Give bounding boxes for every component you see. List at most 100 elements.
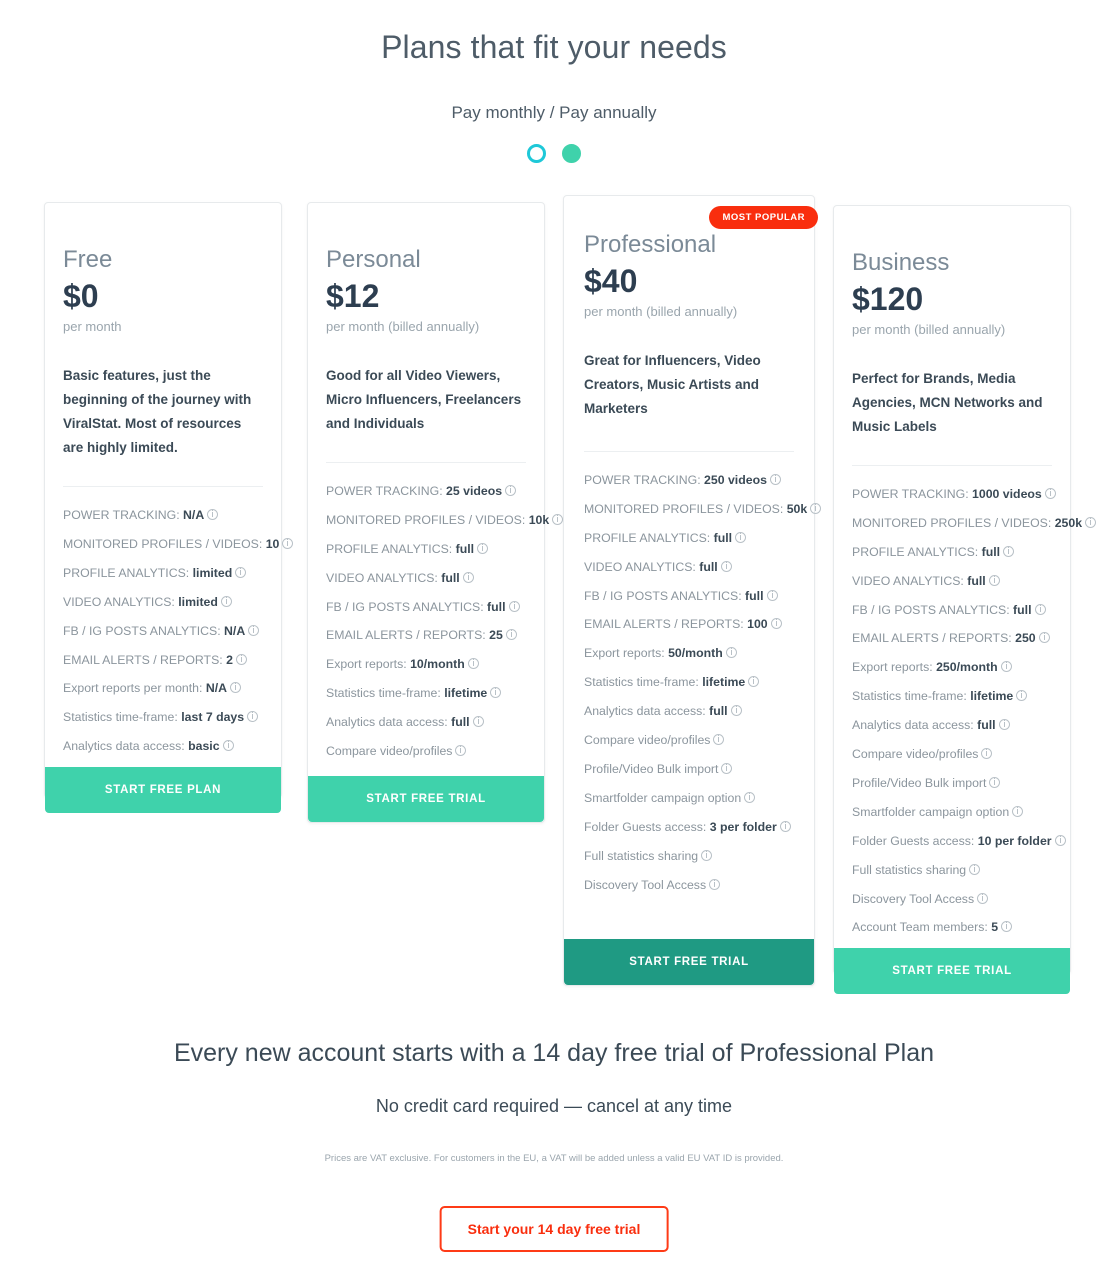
info-icon[interactable] [770,618,782,630]
feature-value: lifetime [702,675,746,690]
plan-cta-button[interactable]: START FREE TRIAL [308,776,544,822]
feature-item: VIDEO ANALYTICS: full [852,573,1052,590]
info-icon[interactable] [981,748,993,760]
feature-label: FB / IG POSTS ANALYTICS: [852,602,1010,617]
plan-name: Free [63,246,113,273]
info-icon[interactable] [222,740,234,752]
plan-card-professional: MOST POPULAR Professional $40 per month … [563,195,822,986]
plan-card-business: Business $120 per month (billed annually… [833,205,1097,995]
feature-label: Statistics time-frame: [852,689,967,704]
info-icon[interactable] [730,705,742,717]
feature-label: POWER TRACKING: [584,473,701,488]
info-icon[interactable] [1001,921,1013,933]
info-icon[interactable] [505,629,517,641]
info-icon[interactable] [998,719,1010,731]
info-icon[interactable] [505,485,517,497]
info-icon[interactable] [977,892,989,904]
info-icon[interactable] [472,716,484,728]
feature-value: 10 [265,536,280,551]
info-icon[interactable] [744,791,756,803]
info-icon[interactable] [713,734,725,746]
feature-value: N/A [183,508,205,523]
info-icon[interactable] [477,542,489,554]
info-icon[interactable] [1034,603,1046,615]
info-icon[interactable] [720,560,732,572]
feature-label: Discovery Tool Access [852,891,975,906]
feature-item: Analytics data access: full [326,714,526,731]
feature-value: full [745,588,764,603]
info-icon[interactable] [735,531,747,543]
info-icon[interactable] [207,509,219,521]
info-icon[interactable] [235,566,247,578]
info-icon[interactable] [1003,545,1015,557]
info-icon[interactable] [230,682,242,694]
info-icon[interactable] [989,776,1001,788]
info-icon[interactable] [1085,516,1097,528]
feature-label: Compare video/profiles [584,733,711,748]
info-icon[interactable] [709,878,721,890]
feature-label: FB / IG POSTS ANALYTICS: [584,588,742,603]
info-icon[interactable] [810,502,822,514]
info-icon[interactable] [248,624,260,636]
info-icon[interactable] [969,863,981,875]
plan-card-free: Free $0 per month Basic features, just t… [44,202,294,814]
feature-label: EMAIL ALERTS / REPORTS: [63,652,223,667]
feature-item: VIDEO ANALYTICS: full [326,570,526,587]
info-icon[interactable] [766,589,778,601]
feature-label: EMAIL ALERTS / REPORTS: [326,628,486,643]
info-icon[interactable] [220,595,232,607]
info-icon[interactable] [1000,661,1012,673]
feature-value: full [709,704,728,719]
info-icon[interactable] [282,537,294,549]
info-icon[interactable] [552,513,564,525]
info-icon[interactable] [247,711,259,723]
feature-label: VIDEO ANALYTICS: [852,573,964,588]
feature-label: Profile/Video Bulk import [852,775,987,790]
feature-value: 250k [1054,515,1083,530]
feature-label: Analytics data access: [852,718,974,733]
feature-label: VIDEO ANALYTICS: [326,570,438,585]
feature-value: 1000 videos [972,487,1042,502]
info-icon[interactable] [462,571,474,583]
feature-item: FB / IG POSTS ANALYTICS: full [852,602,1052,619]
footer-vat-note: Prices are VAT exclusive. For customers … [324,1153,784,1164]
footer-cta-button[interactable]: Start your 14 day free trial [439,1206,669,1252]
info-icon[interactable] [508,600,520,612]
plan-body: Business $120 per month (billed annually… [834,206,1097,948]
info-icon[interactable] [1054,834,1066,846]
feature-label: MONITORED PROFILES / VIDEOS: [63,536,263,551]
info-icon[interactable] [779,820,791,832]
info-icon[interactable] [467,658,479,670]
feature-list: POWER TRACKING: 1000 videos MONITORED PRO… [852,486,1097,936]
info-icon[interactable] [1012,805,1024,817]
info-icon[interactable] [455,745,467,757]
info-icon[interactable] [1044,488,1056,500]
feature-item: Smartfolder campaign option [852,804,1052,821]
info-icon[interactable] [988,574,1000,586]
card-divider [326,462,526,464]
info-icon[interactable] [725,647,737,659]
feature-item: Profile/Video Bulk import [584,761,794,778]
plan-cta-button[interactable]: START FREE TRIAL [834,948,1070,995]
feature-label: FB / IG POSTS ANALYTICS: [326,599,484,614]
feature-label: Analytics data access: [63,739,185,754]
plan-cta-button[interactable]: START FREE PLAN [45,767,281,814]
info-icon[interactable] [701,849,713,861]
plan-body: Professional $40 per month (billed annua… [564,196,822,939]
info-icon[interactable] [235,653,247,665]
feature-item: EMAIL ALERTS / REPORTS: 25 [326,627,526,644]
info-icon[interactable] [1016,690,1028,702]
feature-value: 250 [1015,631,1036,646]
feature-value: full [451,715,470,730]
feature-label: Discovery Tool Access [584,877,707,892]
feature-label: POWER TRACKING: [326,484,443,499]
info-icon[interactable] [769,474,781,486]
info-icon[interactable] [490,687,502,699]
plan-cta-button[interactable]: START FREE TRIAL [564,939,814,985]
info-icon[interactable] [748,676,760,688]
feature-item: Account Team members: 5 [852,919,1052,936]
info-icon[interactable] [721,762,733,774]
feature-item: MONITORED PROFILES / VIDEOS: 10 [63,536,294,553]
info-icon[interactable] [1038,632,1050,644]
feature-item: Export reports: 50/month [584,645,794,662]
